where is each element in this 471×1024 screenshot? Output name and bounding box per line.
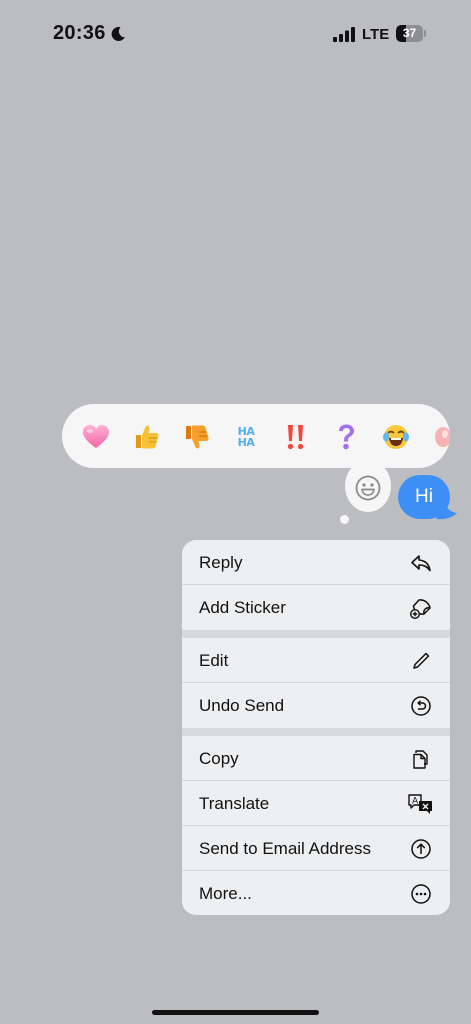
menu-item-translate[interactable]: Translate A	[182, 781, 450, 826]
question-icon[interactable]	[329, 420, 363, 454]
battery-level: 37	[402, 26, 417, 40]
pencil-icon	[413, 652, 430, 669]
send-up-icon	[411, 839, 431, 859]
menu-item-reply[interactable]: Reply	[182, 540, 450, 585]
haha-bottom: HA	[237, 436, 255, 449]
message-bubble[interactable]: Hi	[398, 475, 450, 519]
menu-item-label: Undo Send	[199, 696, 285, 715]
svg-text:A: A	[412, 797, 419, 807]
smiley-icon[interactable]	[354, 474, 382, 502]
sticker-icon	[410, 599, 431, 619]
tapback-bar: HA HA	[62, 404, 450, 468]
menu-item-label: More...	[199, 884, 252, 903]
tapback-tail-small	[340, 515, 349, 524]
status-bar: 20:36 LTE 37	[0, 0, 471, 70]
menu-item-edit[interactable]: Edit	[182, 638, 450, 683]
menu-item-label: Send to Email Address	[199, 839, 371, 858]
home-indicator[interactable]	[152, 1010, 319, 1015]
menu-item-label: Edit	[199, 651, 229, 670]
battery-icon: 37	[396, 25, 427, 42]
thumbs-down-icon[interactable]	[179, 420, 213, 454]
message-text: Hi	[415, 486, 433, 507]
reply-icon	[411, 555, 431, 572]
menu-item-send-to-email[interactable]: Send to Email Address	[182, 826, 450, 871]
signal-icon	[333, 27, 355, 42]
exclamation-icon[interactable]	[279, 420, 313, 454]
moon-icon	[111, 26, 125, 41]
menu-item-copy[interactable]: Copy	[182, 736, 450, 781]
laughing-emoji-icon[interactable]	[379, 420, 413, 454]
partial-emoji-icon[interactable]	[424, 420, 450, 454]
menu-item-label: Reply	[199, 553, 243, 572]
menu-item-label: Add Sticker	[199, 598, 286, 617]
network-type: LTE	[362, 26, 390, 43]
menu-item-label: Translate	[199, 794, 270, 813]
status-time: 20:36	[53, 22, 106, 44]
translate-icon: A	[408, 794, 432, 814]
more-icon	[411, 884, 431, 904]
undo-icon	[411, 696, 431, 716]
copy-icon	[413, 750, 428, 769]
heart-icon[interactable]	[79, 420, 113, 454]
menu-item-add-sticker[interactable]: Add Sticker	[182, 585, 450, 630]
thumbs-up-icon[interactable]	[129, 420, 163, 454]
haha-icon[interactable]: HA HA	[229, 420, 263, 454]
menu-item-more[interactable]: More...	[182, 871, 450, 915]
menu-item-undo-send[interactable]: Undo Send	[182, 683, 450, 728]
menu-item-label: Copy	[199, 749, 239, 768]
context-menu: Reply Add Sticker Edit Undo Send Copy Tr…	[182, 540, 450, 915]
